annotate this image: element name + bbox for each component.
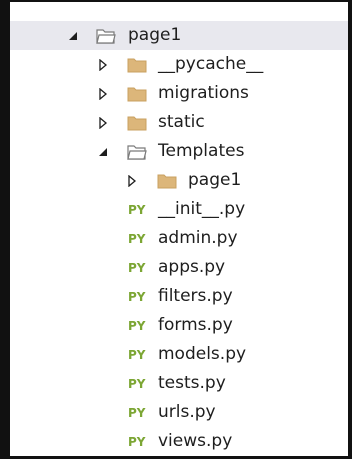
tree-item-templates-page1[interactable]: page1	[10, 166, 348, 195]
python-file-icon: PY	[128, 435, 146, 449]
python-file-icon: PY	[128, 406, 146, 420]
tree-item-migrations[interactable]: migrations	[10, 79, 348, 108]
collapsed-arrow-icon[interactable]	[96, 58, 110, 72]
tree-item-label: tests.py	[158, 373, 226, 393]
tree-item-label: admin.py	[158, 228, 238, 248]
folder-icon	[127, 57, 147, 78]
tree-item-label: Templates	[158, 141, 245, 161]
python-file-icon: PY	[128, 232, 146, 246]
expanded-arrow-icon[interactable]	[66, 29, 80, 43]
tree-item-file[interactable]: PY __init__.py	[10, 195, 348, 224]
tree-item-file[interactable]: PY urls.py	[10, 398, 348, 427]
tree-item-static[interactable]: static	[10, 108, 348, 137]
folder-icon	[157, 173, 177, 194]
tree-item-file[interactable]: PY tests.py	[10, 369, 348, 398]
tree-item-label: migrations	[158, 83, 249, 103]
open-folder-icon	[127, 144, 147, 165]
tree-item-label: views.py	[158, 431, 233, 451]
folder-icon	[127, 86, 147, 107]
collapsed-arrow-icon[interactable]	[96, 116, 110, 130]
tree-item-templates[interactable]: Templates	[10, 137, 348, 166]
tree-item-file[interactable]: PY views.py	[10, 427, 348, 456]
tree-item-page1-root[interactable]: page1	[10, 21, 348, 50]
tree-item-label: __pycache__	[158, 54, 264, 74]
tree-item-label: static	[158, 112, 205, 132]
python-file-icon: PY	[128, 290, 146, 304]
python-file-icon: PY	[128, 319, 146, 333]
python-file-icon: PY	[128, 377, 146, 391]
tree-item-label: __init__.py	[158, 199, 246, 219]
tree-item-file[interactable]: PY admin.py	[10, 224, 348, 253]
python-file-icon: PY	[128, 348, 146, 362]
python-file-icon: PY	[128, 261, 146, 275]
tree-item-file[interactable]: PY forms.py	[10, 311, 348, 340]
python-file-icon: PY	[128, 203, 146, 217]
tree-item-file[interactable]: PY filters.py	[10, 282, 348, 311]
tree-item-label: apps.py	[158, 257, 226, 277]
expanded-arrow-icon[interactable]	[96, 145, 110, 159]
tree-item-label: filters.py	[158, 286, 233, 306]
tree-item-file[interactable]: PY models.py	[10, 340, 348, 369]
tree-item-label: urls.py	[158, 402, 216, 422]
folder-icon	[127, 115, 147, 136]
tree-item-label: forms.py	[158, 315, 233, 335]
collapsed-arrow-icon[interactable]	[96, 87, 110, 101]
open-folder-icon	[96, 28, 116, 49]
tree-item-pycache[interactable]: __pycache__	[10, 50, 348, 79]
tree-item-label: page1	[188, 170, 242, 190]
tree-item-label: page1	[128, 25, 182, 45]
solution-explorer-frame: page1 __pycache__ migrations static Temp…	[0, 0, 352, 459]
tree-item-label: models.py	[158, 344, 247, 364]
collapsed-arrow-icon[interactable]	[125, 174, 139, 188]
tree-item-file[interactable]: PY apps.py	[10, 253, 348, 282]
file-tree: page1 __pycache__ migrations static Temp…	[10, 2, 348, 456]
